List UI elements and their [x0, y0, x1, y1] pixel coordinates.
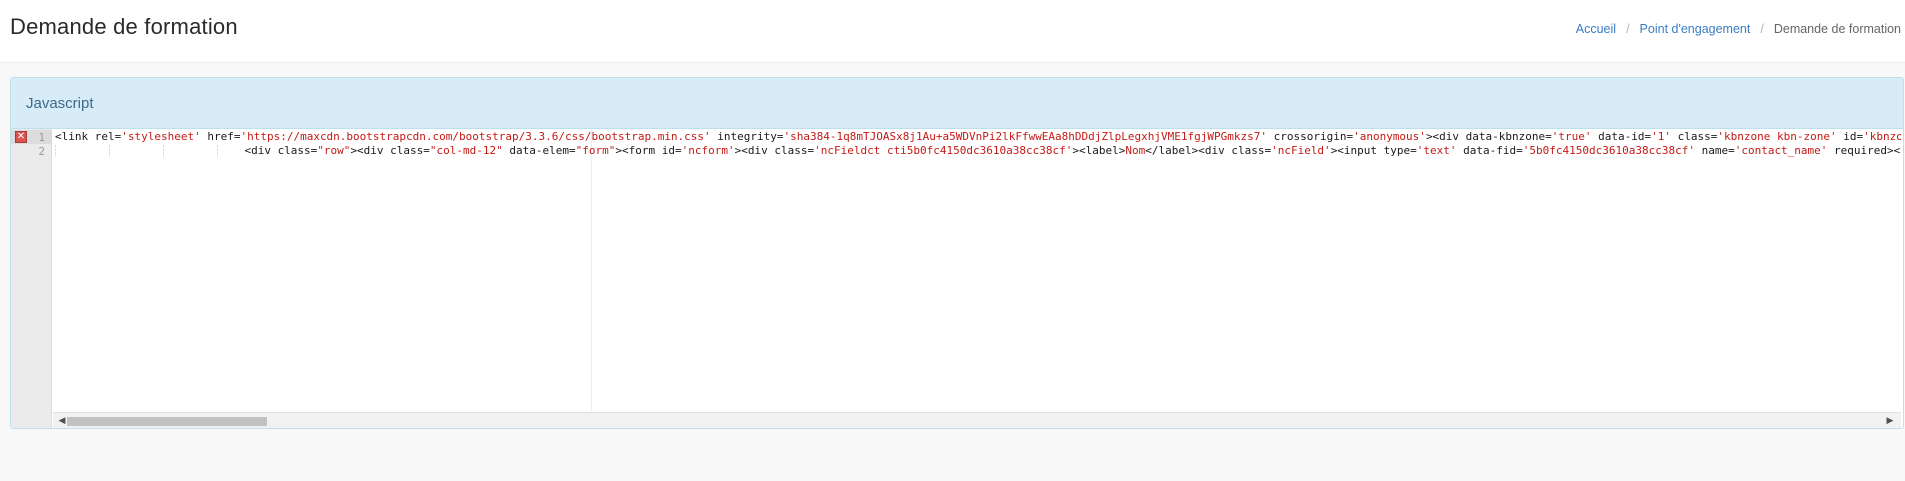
code-token-plain: ><label>	[1072, 144, 1126, 157]
code-token-plain: data-fid=	[1456, 144, 1523, 157]
line-number: 2	[38, 145, 45, 158]
code-token-plain: id=	[1836, 130, 1864, 143]
print-margin-line	[591, 129, 592, 411]
code-token-plain: ><form id=	[615, 144, 682, 157]
code-token-string: 'contact_name'	[1734, 144, 1828, 157]
code-token-string: 'anonymous'	[1353, 130, 1426, 143]
line-number: 1	[38, 131, 45, 144]
code-token-plain: ><div class=	[734, 144, 815, 157]
code-token-string: Nom	[1125, 144, 1146, 157]
code-token-plain: </label><div class=	[1145, 144, 1272, 157]
code-token-string: 'text'	[1416, 144, 1457, 157]
code-token-plain: ><input type=	[1330, 144, 1417, 157]
code-token-string: 'https://maxcdn.bootstrapcdn.com/bootstr…	[240, 130, 711, 143]
page: Demande de formation Accueil / Point d'e…	[0, 0, 1905, 481]
code-line[interactable]: <link rel='stylesheet' href='https://max…	[55, 130, 1901, 144]
indent-guide	[108, 145, 110, 157]
code-token-string: 'true'	[1551, 130, 1592, 143]
indent-guide	[55, 145, 56, 157]
code-editor[interactable]: ✕ 1 2 <link rel='stylesheet' href='https…	[11, 129, 1903, 428]
code-token-plain: data-id=	[1591, 130, 1652, 143]
panel-heading: Javascript	[11, 78, 1903, 129]
breadcrumb-home-link[interactable]: Accueil	[1576, 22, 1616, 36]
code-token-plain: class=	[1671, 130, 1718, 143]
scroll-left-icon[interactable]: ◀	[57, 416, 67, 426]
code-token-string: "form"	[575, 144, 616, 157]
code-token-plain: href=	[200, 130, 241, 143]
code-line-content: <div class="row"><div class="col-md-12" …	[244, 144, 1901, 157]
code-token-plain: <link rel=	[55, 130, 122, 143]
code-token-string: 'kbnzone kbn-zone'	[1717, 130, 1837, 143]
page-header: Demande de formation Accueil / Point d'e…	[0, 0, 1905, 63]
scroll-right-icon[interactable]: ▶	[1885, 416, 1895, 426]
code-token-string: "col-md-12"	[429, 144, 503, 157]
breadcrumb: Accueil / Point d'engagement / Demande d…	[1576, 22, 1901, 36]
scrollbar-thumb[interactable]	[67, 417, 267, 426]
code-token-string: '1'	[1651, 130, 1672, 143]
code-token-plain: required></div></div><div cl	[1834, 144, 1901, 157]
javascript-panel: Javascript ✕ 1 2 <link rel='stylesheet' …	[10, 77, 1904, 429]
page-title: Demande de formation	[10, 14, 238, 39]
indent-guide	[162, 145, 164, 157]
code-token-plain: data-elem=	[502, 144, 576, 157]
code-token-string: 'ncform'	[681, 144, 735, 157]
code-token-string: 'stylesheet'	[121, 130, 201, 143]
code-token-plain: ><div class=	[350, 144, 430, 157]
panel-title: Javascript	[26, 95, 94, 112]
code-line[interactable]: <div class="row"><div class="col-md-12" …	[55, 144, 1901, 158]
code-token-plain: name=	[1694, 144, 1735, 157]
code-token-string: 'ncFieldct cti5b0fc4150dc3610a38cc38cf'	[814, 144, 1073, 157]
code-token-string: "row"	[317, 144, 351, 157]
breadcrumb-separator: /	[1760, 22, 1764, 36]
indent-guide	[216, 145, 218, 157]
error-icon[interactable]: ✕	[15, 131, 27, 143]
horizontal-scrollbar[interactable]: ◀ ▶	[53, 412, 1901, 428]
code-token-plain: ><div data-kbnzone=	[1425, 130, 1552, 143]
code-token-plain: crossorigin=	[1266, 130, 1354, 143]
code-token-string: 'ncField'	[1271, 144, 1331, 157]
editor-gutter: ✕ 1 2	[11, 129, 52, 428]
code-token-plain: <div class=	[244, 144, 318, 157]
code-content[interactable]: <link rel='stylesheet' href='https://max…	[53, 129, 1901, 411]
code-token-string: '5b0fc4150dc3610a38cc38cf'	[1522, 144, 1695, 157]
breadcrumb-engagement-link[interactable]: Point d'engagement	[1640, 22, 1751, 36]
breadcrumb-separator: /	[1626, 22, 1630, 36]
code-token-string: 'sha384-1q8mTJOASx8j1Au+a5WDVnPi2lkFfwwE…	[783, 130, 1267, 143]
code-token-string: 'kbnzor	[1863, 130, 1901, 143]
code-token-plain: integrity=	[710, 130, 784, 143]
breadcrumb-current: Demande de formation	[1773, 22, 1901, 36]
